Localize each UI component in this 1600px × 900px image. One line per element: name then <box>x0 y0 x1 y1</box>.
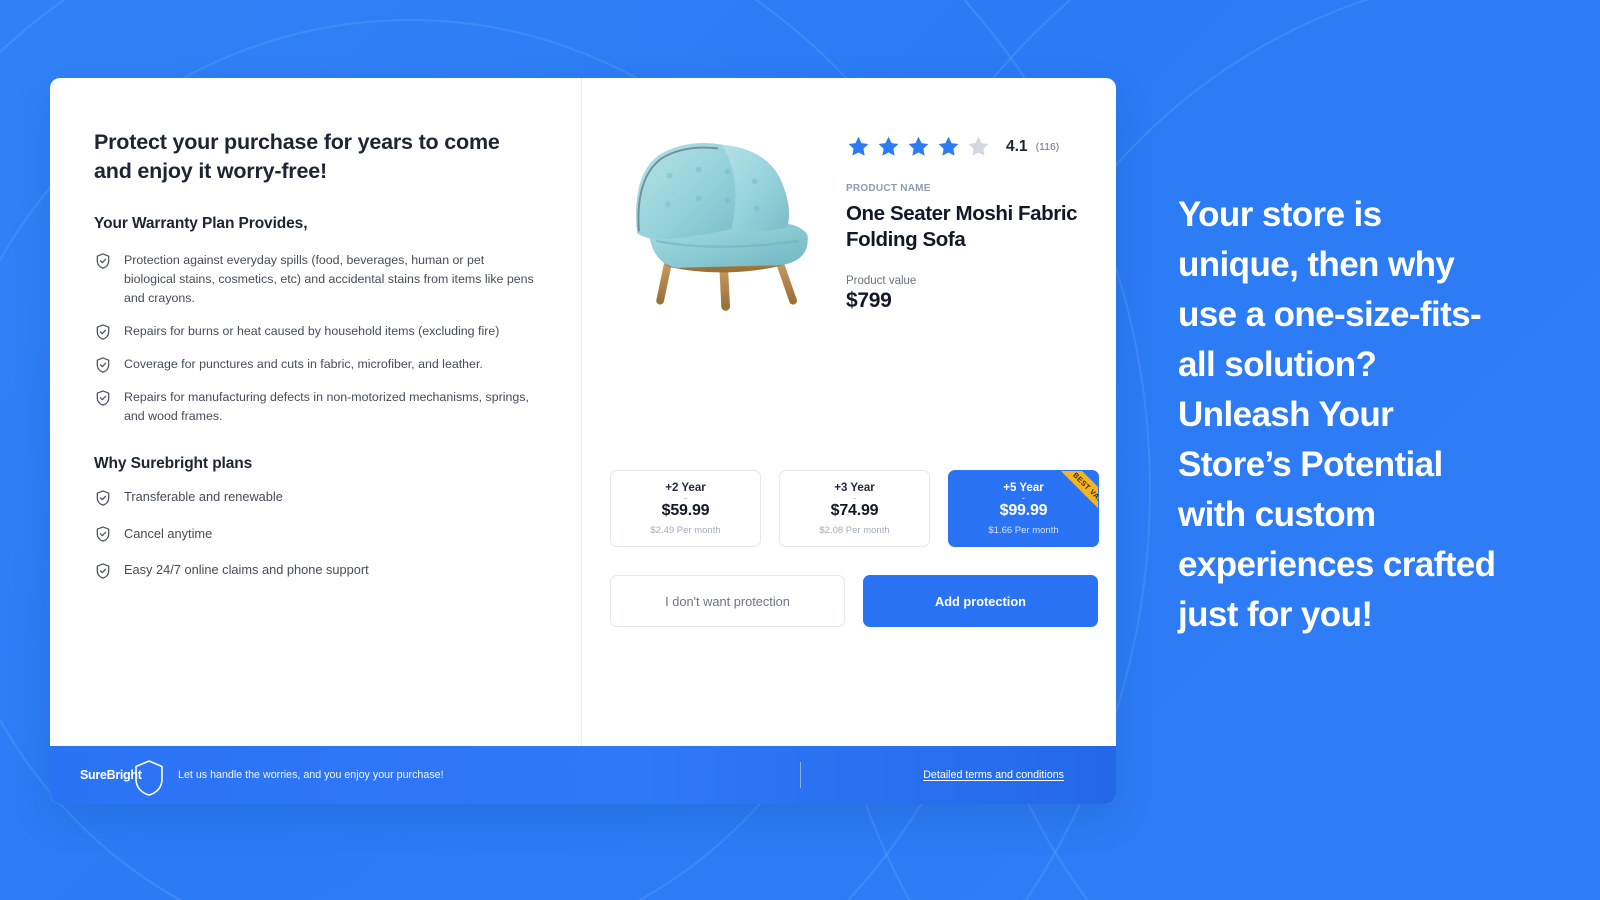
plan-price: $74.99 <box>830 501 879 519</box>
decline-protection-button[interactable]: I don't want protection <box>610 575 845 627</box>
plan-term: +2 Year <box>665 481 706 494</box>
list-item: Coverage for punctures and cuts in fabri… <box>94 355 539 374</box>
feature-text: Repairs for manufacturing defects in non… <box>124 389 529 423</box>
plan-option-3-year[interactable]: +3 Year - $74.99 $2.08 Per month <box>779 470 930 547</box>
card-footer: SureBright Let us handle the worries, an… <box>50 746 1116 804</box>
footer-divider <box>800 762 802 788</box>
list-item: Repairs for manufacturing defects in non… <box>94 388 539 426</box>
promo-text: Your store is unique, then why use a one… <box>1178 195 1496 635</box>
plan-option-2-year[interactable]: +2 Year - $59.99 $2.49 Per month <box>610 470 761 547</box>
product-image <box>610 126 822 326</box>
product-summary: 4.1 (116) PRODUCT NAME One Seater Moshi … <box>610 126 1084 326</box>
left-info-panel: Protect your purchase for years to come … <box>50 78 582 746</box>
feature-text: Transferable and renewable <box>124 489 283 505</box>
shield-check-icon <box>94 525 112 543</box>
list-item: Transferable and renewable <box>94 487 539 506</box>
page-title: Protect your purchase for years to come … <box>94 130 500 183</box>
plan-per-month: $2.49 Per month <box>650 524 721 536</box>
shield-check-icon <box>94 356 112 374</box>
list-item: Protection against everyday spills (food… <box>94 251 539 308</box>
shield-check-icon <box>94 252 112 270</box>
feature-text: Coverage for punctures and cuts in fabri… <box>124 356 483 371</box>
why-feature-list: Transferable and renewable Cancel anytim… <box>94 487 539 579</box>
star-icon-filled <box>938 136 959 156</box>
plan-divider: - <box>853 492 856 503</box>
product-name: One Seater Moshi Fabric Folding Sofa <box>846 202 1078 252</box>
product-name-label: PRODUCT NAME <box>846 183 931 194</box>
product-info: 4.1 (116) PRODUCT NAME One Seater Moshi … <box>846 126 1084 326</box>
list-item: Cancel anytime <box>94 524 539 543</box>
warranty-offer-card: Protect your purchase for years to come … <box>50 78 1116 804</box>
plan-options: +2 Year - $59.99 $2.49 Per month +3 Year… <box>610 470 1099 547</box>
shield-check-icon <box>94 323 112 341</box>
plan-term: +3 Year <box>834 481 875 494</box>
plan-price: $59.99 <box>661 501 710 519</box>
add-protection-button[interactable]: Add protection <box>863 575 1098 627</box>
plan-divider: - <box>684 492 687 503</box>
rating-value: 4.1 <box>1006 137 1028 155</box>
rating: 4.1 (116) <box>846 134 1084 159</box>
product-panel: 4.1 (116) PRODUCT NAME One Seater Moshi … <box>582 78 1116 746</box>
shield-check-icon <box>94 389 112 407</box>
action-buttons: I don't want protection Add protection <box>610 575 1098 627</box>
star-icon-filled <box>878 136 899 156</box>
feature-text: Protection against everyday spills (food… <box>124 253 534 305</box>
feature-text: Repairs for burns or heat caused by hous… <box>124 323 500 338</box>
shield-icon <box>134 759 164 797</box>
surebright-logo: SureBright <box>80 760 163 796</box>
shield-check-icon <box>94 489 112 507</box>
star-icon-filled <box>848 136 869 156</box>
star-icon-empty <box>968 136 989 156</box>
star-icon-filled <box>908 136 929 156</box>
list-item: Repairs for burns or heat caused by hous… <box>94 322 539 341</box>
product-value-label: Product value <box>846 275 917 288</box>
plan-term: +5 Year <box>1003 481 1044 494</box>
plan-divider: - <box>1022 492 1025 503</box>
why-section-heading: Why Surebright plans <box>94 455 253 473</box>
plan-per-month: $1.66 Per month <box>988 524 1059 536</box>
shield-check-icon <box>94 562 112 580</box>
product-value-price: $799 <box>846 289 892 313</box>
feature-text: Easy 24/7 online claims and phone suppor… <box>124 562 369 578</box>
logo-text: SureBright <box>80 768 142 782</box>
rating-count: (116) <box>1035 140 1060 153</box>
plan-per-month: $2.08 Per month <box>819 524 890 536</box>
list-item: Easy 24/7 online claims and phone suppor… <box>94 560 539 579</box>
feature-text: Cancel anytime <box>124 525 213 541</box>
warranty-feature-list: Protection against everyday spills (food… <box>94 251 539 425</box>
warranty-section-heading: Your Warranty Plan Provides, <box>94 215 308 233</box>
card-body: Protect your purchase for years to come … <box>50 78 1116 746</box>
plan-price: $99.99 <box>999 501 1048 519</box>
plan-option-5-year[interactable]: +5 Year - $99.99 $1.66 Per month BEST VA… <box>948 470 1099 547</box>
footer-tagline: Let us handle the worries, and you enjoy… <box>178 769 444 781</box>
terms-and-conditions-link[interactable]: Detailed terms and conditions <box>923 769 1064 781</box>
